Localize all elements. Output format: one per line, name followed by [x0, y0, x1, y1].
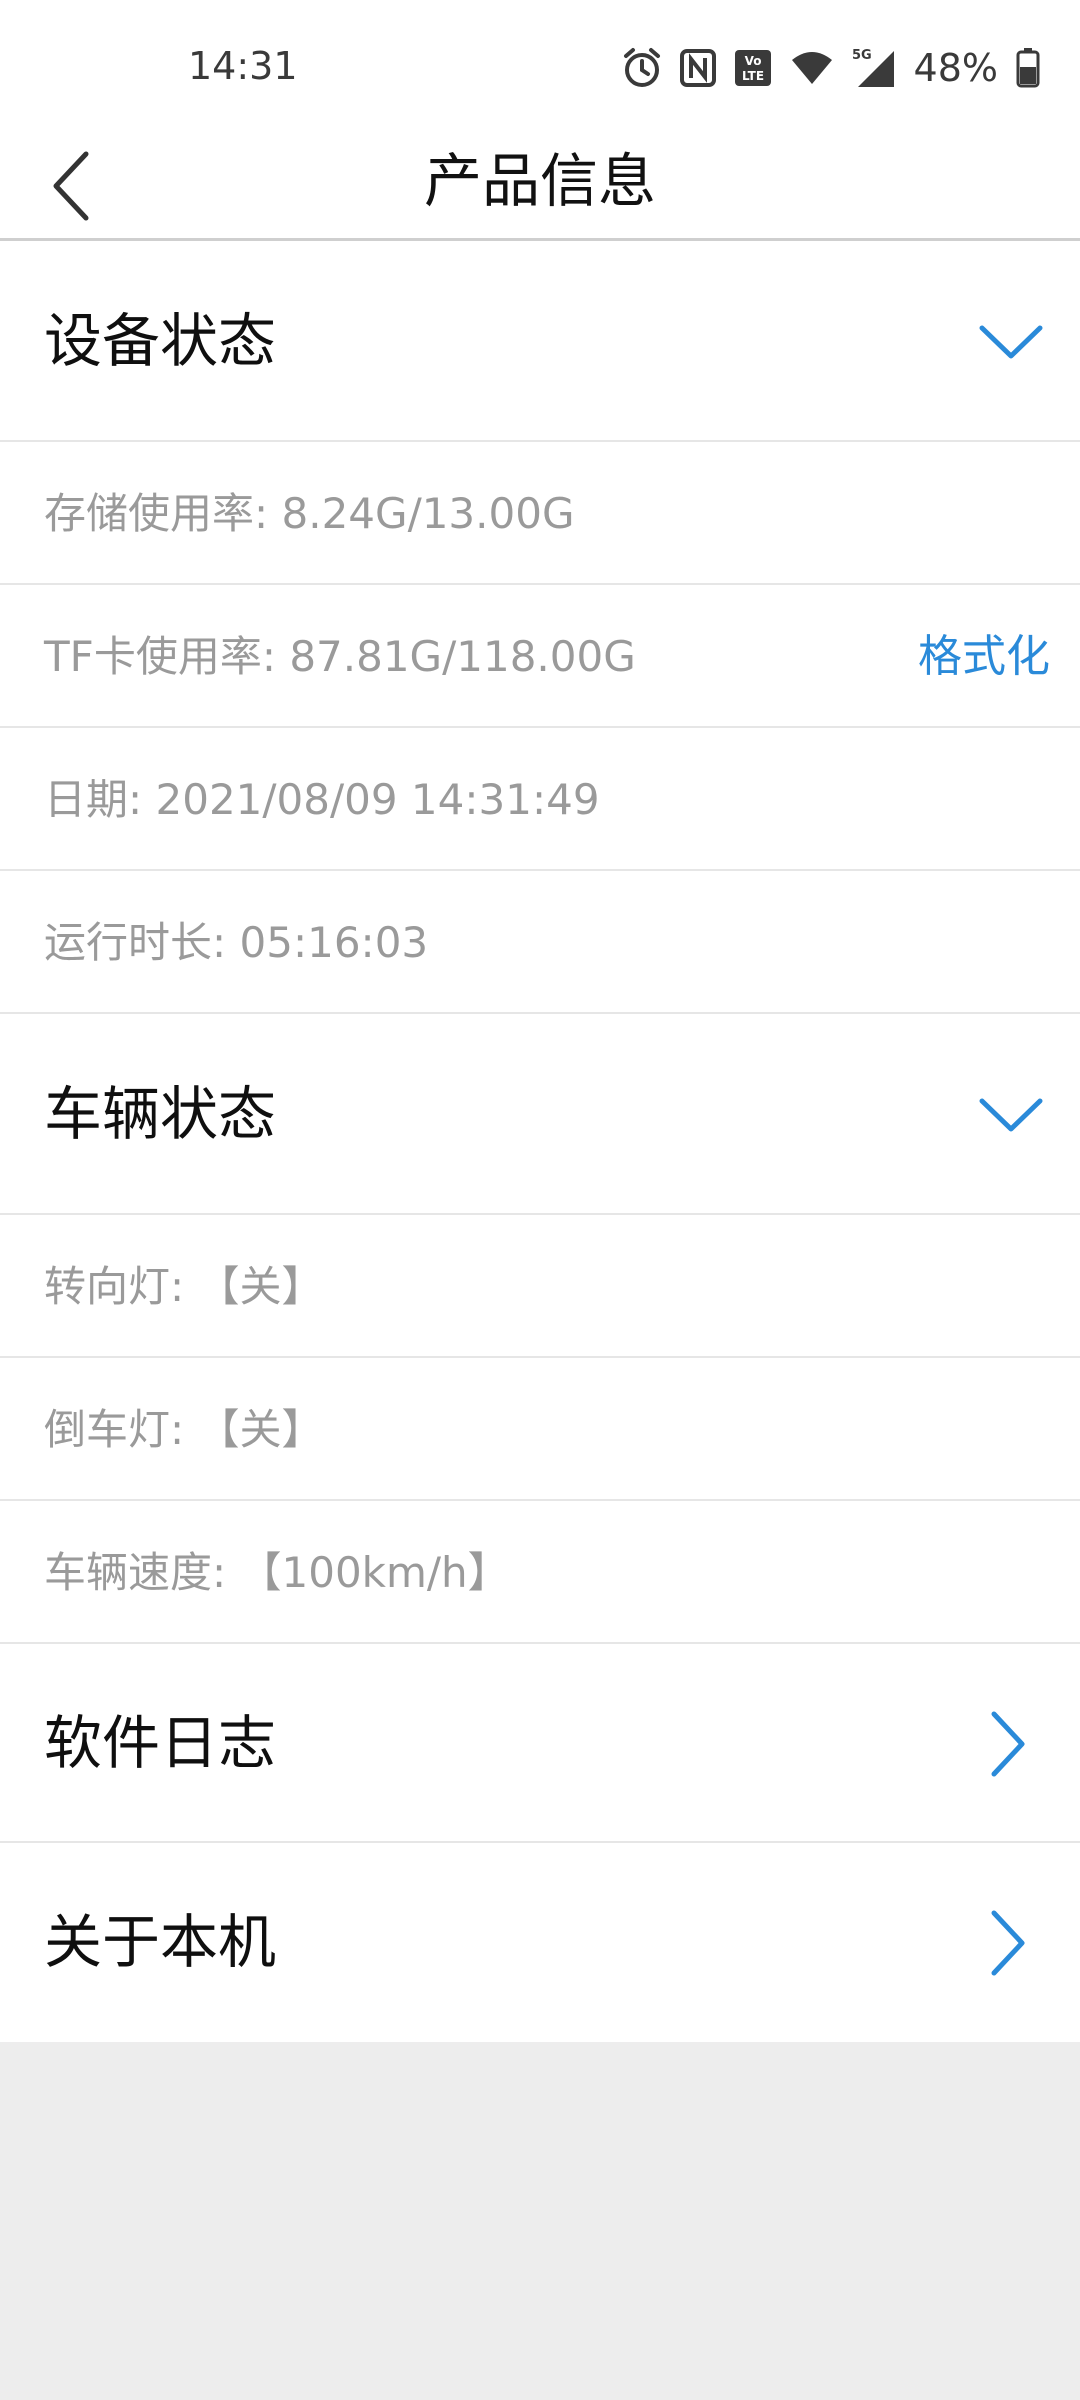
alarm-icon	[622, 47, 662, 89]
product-info-list: 设备状态 存储使用率: 8.24G/13.00G TF卡使用率: 87.81G/…	[0, 241, 1080, 2042]
svg-text:5G: 5G	[852, 48, 872, 63]
device-status-title: 设备状态	[44, 307, 277, 375]
vehicle-status-header[interactable]: 车辆状态	[0, 1014, 1080, 1215]
app-bar: 产品信息	[0, 136, 1080, 240]
back-button[interactable]	[38, 136, 102, 240]
date-row: 日期: 2021/08/09 14:31:49	[0, 728, 1080, 871]
storage-usage: 存储使用率: 8.24G/13.00G	[44, 489, 575, 538]
battery-percent: 48%	[913, 46, 998, 90]
turn-signal-row: 转向灯: 【关】	[0, 1215, 1080, 1358]
svg-text:LTE: LTE	[742, 69, 764, 83]
status-time: 14:31	[188, 44, 298, 88]
uptime-row: 运行时长: 05:16:03	[0, 871, 1080, 1014]
nfc-icon	[679, 49, 716, 87]
tf-card-usage: TF卡使用率: 87.81G/118.00G	[44, 632, 636, 681]
reverse-light-status: 倒车灯: 【关】	[44, 1405, 324, 1454]
storage-usage-row: 存储使用率: 8.24G/13.00G	[0, 442, 1080, 585]
device-date: 日期: 2021/08/09 14:31:49	[44, 775, 600, 824]
vehicle-speed: 车辆速度: 【100km/h】	[44, 1548, 510, 1597]
volte-icon: Vo LTE	[734, 49, 772, 87]
vehicle-speed-row: 车辆速度: 【100km/h】	[0, 1501, 1080, 1644]
page-title: 产品信息	[423, 147, 656, 215]
format-button[interactable]: 格式化	[918, 585, 1050, 728]
battery-icon	[1016, 48, 1040, 88]
signal-5g-icon: 5G	[852, 47, 896, 89]
status-icons: Vo LTE 5G 48%	[622, 44, 1040, 92]
chevron-right-icon	[988, 1644, 1028, 1843]
tf-usage-row: TF卡使用率: 87.81G/118.00G 格式化	[0, 585, 1080, 728]
device-status-header[interactable]: 设备状态	[0, 241, 1080, 442]
turn-signal-status: 转向灯: 【关】	[44, 1262, 324, 1311]
about-device-row[interactable]: 关于本机	[0, 1843, 1080, 2042]
status-bar: 14:31 Vo LTE 5G 48%	[0, 0, 1080, 136]
chevron-down-icon	[978, 1014, 1044, 1215]
software-log-label: 软件日志	[44, 1709, 277, 1777]
device-uptime: 运行时长: 05:16:03	[44, 918, 429, 967]
vehicle-status-title: 车辆状态	[44, 1080, 277, 1148]
wifi-icon	[790, 50, 834, 86]
reverse-light-row: 倒车灯: 【关】	[0, 1358, 1080, 1501]
chevron-left-icon	[48, 150, 92, 226]
svg-text:Vo: Vo	[744, 54, 761, 68]
chevron-right-icon	[988, 1843, 1028, 2042]
chevron-down-icon	[978, 241, 1044, 442]
software-log-row[interactable]: 软件日志	[0, 1644, 1080, 1843]
about-device-label: 关于本机	[44, 1908, 277, 1976]
